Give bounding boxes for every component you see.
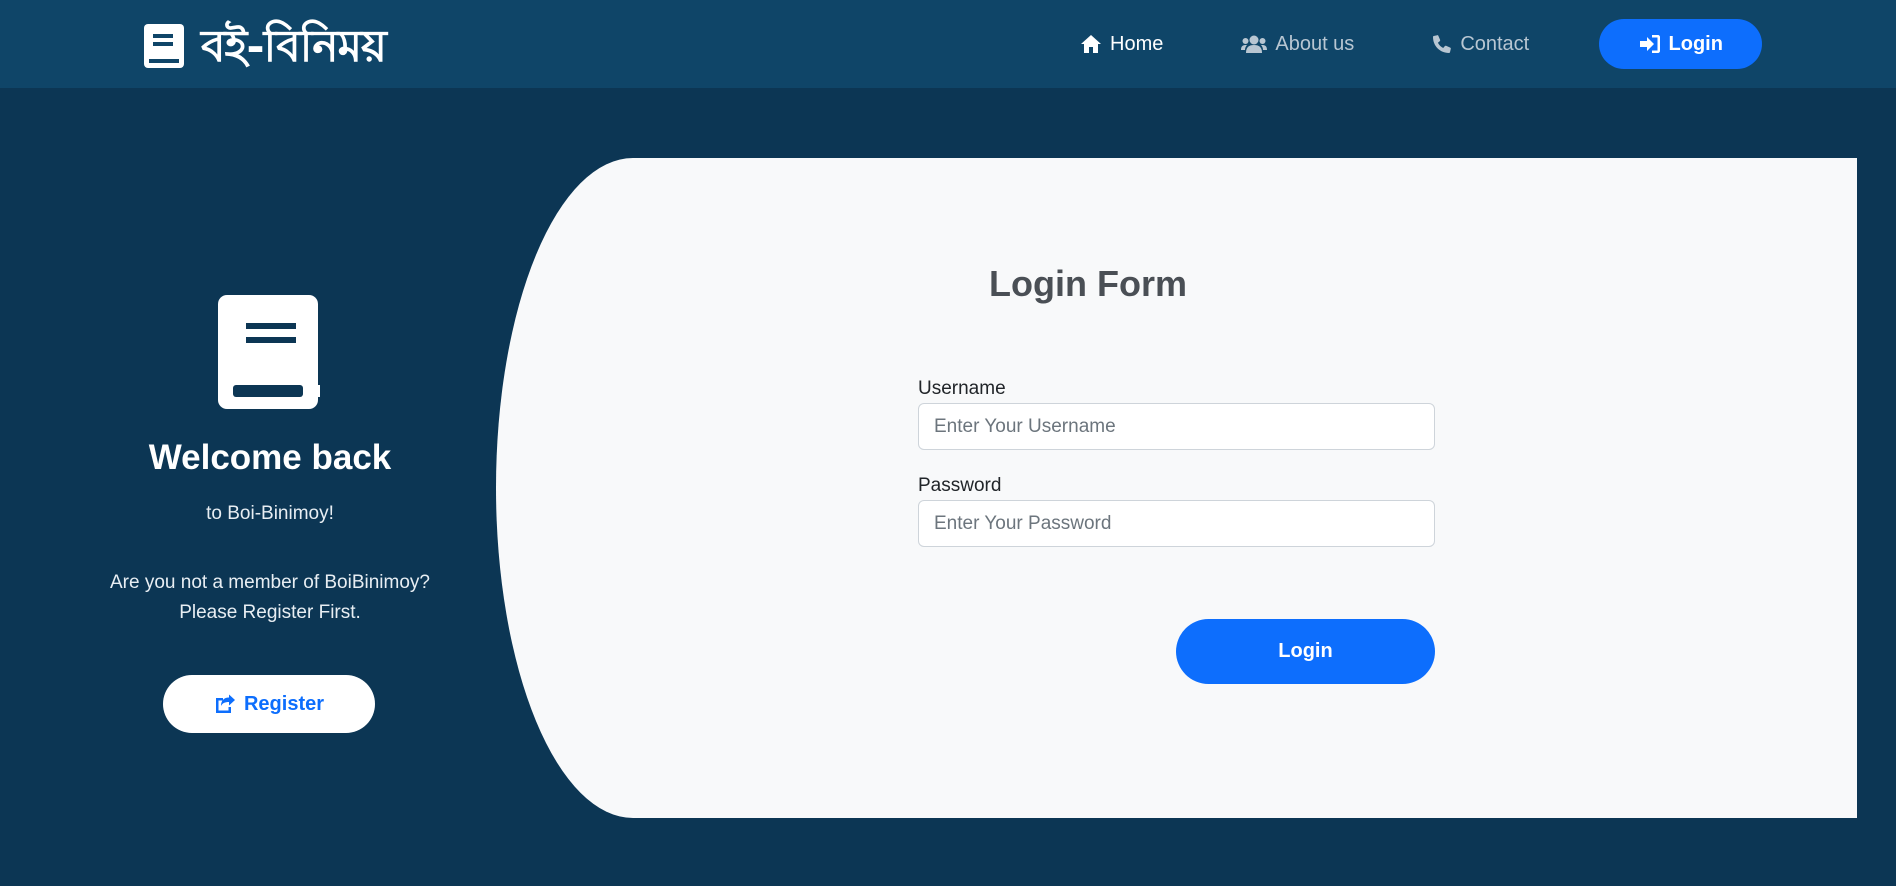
- top-navbar: বই-বিনিময় Home About us Contact Login: [0, 0, 1896, 88]
- login-form-card: Login Form Username Password Login: [496, 158, 1857, 818]
- register-label: Register: [243, 692, 325, 715]
- share-square-icon: [215, 694, 235, 713]
- nav-login-label: Login: [1668, 32, 1723, 55]
- sign-in-icon: [1639, 35, 1660, 53]
- login-form-title: Login Form: [989, 263, 1187, 304]
- register-prompt: Are you not a member of BoiBinimoy? Plea…: [60, 568, 480, 628]
- nav-home-label: Home: [1110, 32, 1164, 55]
- register-button[interactable]: Register: [163, 675, 375, 733]
- register-prompt-line2: Please Register First.: [179, 602, 361, 623]
- register-prompt-line1: Are you not a member of BoiBinimoy?: [110, 572, 430, 593]
- book-icon: [218, 295, 320, 409]
- nav-contact-link[interactable]: Contact: [1432, 24, 1529, 64]
- nav-about-label: About us: [1275, 32, 1355, 55]
- password-input[interactable]: [918, 500, 1435, 547]
- book-icon: [144, 24, 184, 68]
- phone-icon: [1433, 35, 1452, 53]
- password-label: Password: [918, 475, 1002, 496]
- welcome-panel: Welcome back to Boi-Binimoy! Are you not…: [0, 88, 540, 886]
- users-icon: [1241, 35, 1268, 53]
- brand-text: বই-বিনিময়: [201, 21, 387, 72]
- nav-contact-label: Contact: [1460, 32, 1530, 55]
- nav-about-link[interactable]: About us: [1241, 24, 1354, 64]
- brand-logo[interactable]: বই-বিনিময়: [143, 21, 387, 72]
- login-submit-button[interactable]: Login: [1176, 619, 1435, 684]
- welcome-heading: Welcome back: [148, 438, 392, 477]
- nav-links: Home About us Contact Login: [1080, 0, 1763, 88]
- username-label: Username: [918, 378, 1006, 399]
- username-input[interactable]: [918, 403, 1435, 450]
- nav-home-link[interactable]: Home: [1080, 24, 1163, 64]
- nav-login-button[interactable]: Login: [1599, 19, 1763, 69]
- welcome-subheading: to Boi-Binimoy!: [206, 503, 334, 524]
- home-icon: [1081, 35, 1101, 53]
